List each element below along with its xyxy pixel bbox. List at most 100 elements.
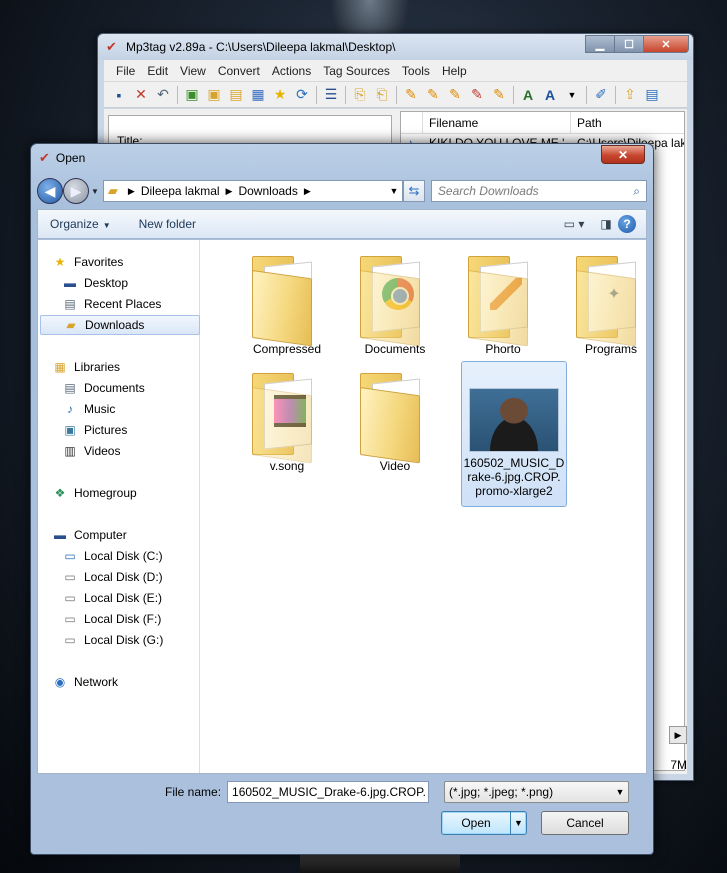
nav-local-disk-g[interactable]: ▭ Local Disk (G:) — [62, 630, 222, 650]
save-icon[interactable]: ▪ — [108, 85, 130, 105]
menu-tools[interactable]: Tools — [396, 64, 436, 78]
folder-item-documents[interactable]: Documents — [343, 248, 447, 364]
convert-4-icon[interactable]: ✎ — [466, 85, 488, 105]
nav-favorites[interactable]: ★ Favorites — [52, 252, 212, 272]
column-filename[interactable]: Filename — [423, 112, 571, 133]
search-input[interactable]: Search Downloads ⌕ — [430, 180, 647, 202]
chevron-right-icon[interactable]: ▶ — [304, 186, 311, 197]
breadcrumb-downloads[interactable]: Downloads — [238, 184, 297, 198]
minimize-button[interactable]: ▁ — [585, 35, 615, 53]
nav-homegroup[interactable]: ❖ Homegroup — [52, 483, 212, 503]
menu-edit[interactable]: Edit — [141, 64, 174, 78]
convert-3-icon[interactable]: ✎ — [444, 85, 466, 105]
new-folder-button[interactable]: New folder — [139, 217, 196, 231]
open-dialog: ✔ Open ✕ ◀ ▶ ▼ ▰ ▶ Dileepa lakmal ▶ Down… — [30, 143, 654, 855]
nav-local-disk-f[interactable]: ▭ Local Disk (F:) — [62, 609, 222, 629]
navigation-pane: ★ Favorites ▬ Desktop ▤ Recent Places ▰ Down… — [38, 240, 200, 773]
chevron-down-icon[interactable]: ▼ — [426, 787, 428, 797]
open-folder-icon[interactable]: ▦ — [247, 85, 269, 105]
toolbar-separator — [513, 85, 514, 104]
nav-libraries[interactable]: ▦ Libraries — [52, 357, 212, 377]
edit-icon[interactable]: ✐ — [590, 85, 612, 105]
change-view-icon[interactable]: ▭ ▾ — [562, 214, 586, 234]
folder-item-phorto[interactable]: Phorto — [451, 248, 555, 364]
nav-music[interactable]: ♪ Music — [62, 399, 222, 419]
refresh-button[interactable]: ⇆ — [402, 180, 425, 202]
cancel-button[interactable]: Cancel — [541, 811, 629, 835]
forward-button[interactable]: ▶ — [63, 178, 89, 204]
menu-view[interactable]: View — [174, 64, 212, 78]
menu-help[interactable]: Help — [436, 64, 473, 78]
convert-2-icon[interactable]: ✎ — [422, 85, 444, 105]
organize-button[interactable]: Organize ▼ — [50, 217, 111, 231]
menu-actions[interactable]: Actions — [266, 64, 317, 78]
convert-5-icon[interactable]: ✎ — [488, 85, 510, 105]
address-bar[interactable]: ▰ ▶ Dileepa lakmal ▶ Downloads ▶ ▼ — [102, 180, 403, 202]
folder-item-vsong[interactable]: v.song — [235, 365, 339, 481]
menu-tag-sources[interactable]: Tag Sources — [317, 64, 396, 78]
preview-pane-icon[interactable]: ◨ — [594, 214, 618, 234]
file-view[interactable]: Compressed Documents Phorto ✦ Programs v… — [201, 240, 646, 773]
file-name-input[interactable]: 160502_MUSIC_Drake-6.jpg.CROP. ▼ — [227, 781, 430, 803]
help-icon[interactable]: ? — [618, 215, 636, 233]
tag-to-filename-icon[interactable]: ⎘ — [349, 85, 371, 105]
back-button[interactable]: ◀ — [37, 178, 63, 204]
nav-documents[interactable]: ▤ Documents — [62, 378, 222, 398]
nav-desktop[interactable]: ▬ Desktop — [62, 273, 222, 293]
nav-downloads[interactable]: ▰ Downloads — [40, 315, 200, 335]
actions-icon[interactable]: A — [539, 85, 561, 105]
nav-pictures[interactable]: ▣ Pictures — [62, 420, 222, 440]
change-directory-icon[interactable]: ▣ — [181, 85, 203, 105]
folder-item-compressed[interactable]: Compressed — [235, 248, 339, 364]
favorite-star-icon[interactable]: ★ — [269, 85, 291, 105]
chevron-right-icon[interactable]: ▶ — [128, 186, 135, 197]
add-directory-icon[interactable]: ▣ — [203, 85, 225, 105]
nav-network[interactable]: ◉ Network — [52, 672, 212, 692]
mp3tag-app-icon: ✔ — [106, 39, 117, 54]
toolbar-separator — [316, 85, 317, 104]
nav-libraries-label: Libraries — [74, 360, 121, 374]
image-file-label-line: promo-xlarge2 — [475, 484, 553, 498]
open-dialog-title: Open — [55, 151, 86, 165]
case-conversion-icon[interactable]: A — [517, 85, 539, 105]
menu-convert[interactable]: Convert — [212, 64, 266, 78]
nav-local-disk-c[interactable]: ▭ Local Disk (C:) — [62, 546, 222, 566]
remove-tag-icon[interactable]: ✕ — [130, 85, 152, 105]
column-path[interactable]: Path — [571, 112, 684, 133]
search-icon[interactable]: ⌕ — [633, 184, 640, 199]
close-button[interactable]: ✕ — [643, 35, 689, 53]
chevron-right-icon[interactable]: ▶ — [226, 186, 233, 197]
nav-local-disk-d[interactable]: ▭ Local Disk (D:) — [62, 567, 222, 587]
menu-file[interactable]: File — [110, 64, 141, 78]
extended-tags-icon[interactable]: ☰ — [320, 85, 342, 105]
nav-videos[interactable]: ▥ Videos — [62, 441, 222, 461]
address-dropdown-icon[interactable]: ▼ — [386, 186, 402, 196]
options-icon[interactable]: ▤ — [641, 85, 663, 105]
open-button[interactable]: Open ▼ — [441, 811, 527, 835]
file-type-select[interactable]: (*.jpg; *.jpeg; *.png) ▼ — [444, 781, 629, 803]
actions-dropdown-icon[interactable]: ▼ — [561, 85, 583, 105]
status-text: 7M — [670, 758, 687, 772]
close-button[interactable]: ✕ — [601, 145, 645, 164]
recent-pages-dropdown-icon[interactable]: ▼ — [91, 187, 99, 196]
refresh-icon[interactable]: ⟳ — [291, 85, 313, 105]
nav-recent-places[interactable]: ▤ Recent Places — [62, 294, 222, 314]
export-icon[interactable]: ⇪ — [619, 85, 641, 105]
image-file-item[interactable]: 160502_MUSIC_D rake-6.jpg.CROP. promo-xl… — [461, 361, 567, 507]
undo-icon[interactable]: ↶ — [152, 85, 174, 105]
save-playlist-icon[interactable]: ▤ — [225, 85, 247, 105]
maximize-button[interactable]: ☐ — [614, 35, 644, 53]
mp3tag-titlebar[interactable]: ✔ Mp3tag v2.89a - C:\Users\Dileepa lakma… — [98, 34, 693, 60]
nav-disk-d-label: Local Disk (D:) — [84, 570, 163, 584]
filename-to-tag-icon[interactable]: ⎗ — [371, 85, 393, 105]
breadcrumb-user[interactable]: Dileepa lakmal — [141, 184, 220, 198]
open-dialog-titlebar[interactable]: ✔ Open ✕ — [31, 144, 653, 172]
scroll-right-button[interactable]: ▶ — [669, 726, 687, 744]
nav-local-disk-e[interactable]: ▭ Local Disk (E:) — [62, 588, 222, 608]
convert-1-icon[interactable]: ✎ — [400, 85, 422, 105]
chevron-down-icon: ▼ — [102, 221, 111, 230]
open-options-dropdown-icon[interactable]: ▼ — [510, 812, 526, 834]
folder-item-video[interactable]: Video — [343, 365, 447, 481]
folder-item-programs[interactable]: ✦ Programs — [559, 248, 663, 364]
nav-computer[interactable]: ▬ Computer — [52, 525, 212, 545]
